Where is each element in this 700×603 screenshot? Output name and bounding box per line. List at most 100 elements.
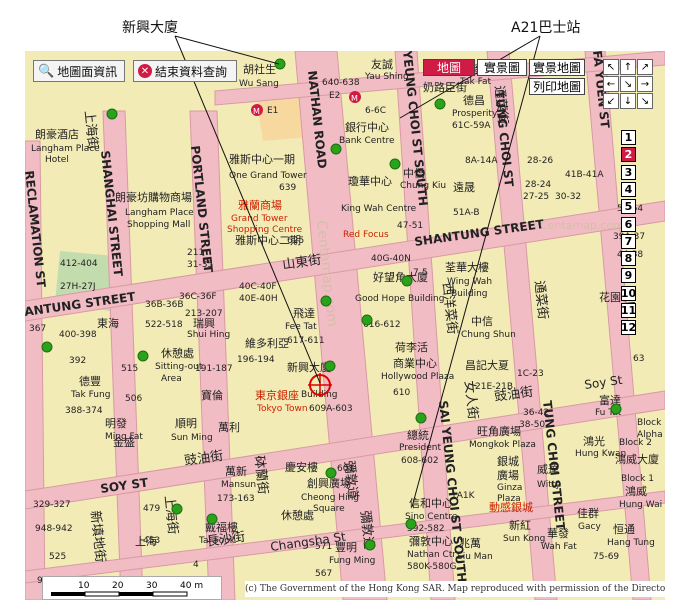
mtr-exit-e2-icon[interactable]: M	[349, 91, 361, 103]
green-marker-icon[interactable]	[401, 275, 413, 287]
place-label: 40C-40F	[239, 282, 277, 292]
pan-up-right-button[interactable]: ↗	[637, 59, 653, 75]
map-canvas[interactable]: NATHAN ROAD PORTLAND STREET SHANGHAI STR…	[25, 51, 665, 600]
pan-down-button[interactable]: ↓	[620, 93, 636, 109]
place-label: 鴻威大廈	[615, 452, 659, 466]
place-label: Wing Wah	[447, 277, 492, 287]
zoom-level-2-button[interactable]: 2	[621, 147, 636, 163]
place-label: 479	[143, 504, 160, 514]
zoom-level-8-button[interactable]: 8	[621, 251, 636, 267]
place-label: E2	[329, 91, 340, 101]
green-marker-icon[interactable]	[405, 518, 417, 530]
green-marker-icon[interactable]	[171, 503, 183, 515]
zoom-level-7-button[interactable]: 7	[621, 233, 636, 249]
place-label: Ginza	[497, 483, 522, 493]
place-label: 動感銀城	[489, 500, 533, 514]
pan-up-left-button[interactable]: ↖	[603, 59, 619, 75]
zoom-level-6-button[interactable]: 6	[621, 216, 636, 232]
svg-text:M: M	[253, 107, 260, 116]
place-label: 休憩處	[281, 508, 314, 522]
zoom-level-5-button[interactable]: 5	[621, 199, 636, 215]
place-label: 朗豪酒店	[35, 127, 79, 141]
place-label: 27H-27J	[60, 282, 96, 292]
place-label: Building	[451, 289, 488, 299]
place-label: 8A-14A	[465, 156, 498, 166]
green-marker-icon[interactable]	[274, 58, 286, 70]
place-label: 順明	[175, 417, 197, 430]
green-marker-icon[interactable]	[610, 403, 622, 415]
green-marker-icon[interactable]	[325, 467, 337, 479]
place-label: Shopping Mall	[127, 220, 190, 230]
place-label: 銀行中心	[345, 120, 389, 134]
scale-bar-graphic: 10 20 30 40 m	[51, 581, 203, 597]
place-label: 休憩處	[161, 346, 194, 360]
tab-map[interactable]: 地圖	[423, 59, 475, 76]
callout-bus-stop-label: A21巴士站	[511, 20, 581, 36]
zoom-level-9-button[interactable]: 9	[621, 268, 636, 284]
place-label: 朗豪坊購物商場	[115, 190, 192, 204]
zoom-level-4-button[interactable]: 4	[621, 181, 636, 197]
pan-left-button[interactable]: ←	[603, 76, 619, 92]
zoom-level-3-button[interactable]: 3	[621, 164, 636, 180]
place-label: 28-26	[527, 156, 553, 166]
green-marker-icon[interactable]	[330, 143, 342, 155]
place-label: 慶安樓	[285, 460, 318, 474]
pan-down-right-button[interactable]: ↘	[637, 93, 653, 109]
green-marker-icon[interactable]	[41, 341, 53, 353]
place-label: Shui Hing	[187, 330, 230, 340]
green-marker-icon[interactable]	[415, 412, 427, 424]
pan-right-button[interactable]: →	[637, 76, 653, 92]
green-marker-icon[interactable]	[320, 295, 332, 307]
end-query-button[interactable]: ✕ 結束資料查詢	[133, 60, 237, 82]
place-label: 31-35	[187, 260, 213, 270]
green-marker-icon[interactable]	[137, 350, 149, 362]
mtr-exit-e1-icon[interactable]: M	[251, 104, 263, 116]
place-label: Langham Place	[31, 144, 100, 154]
zoom-level-11-button[interactable]: 11	[621, 303, 636, 318]
green-marker-icon[interactable]	[106, 108, 118, 120]
place-label: Sun Ming	[171, 433, 213, 443]
pan-center-button[interactable]: ↘	[620, 76, 636, 92]
end-query-label: 結束資料查詢	[155, 64, 228, 79]
place-label: 遠晟	[453, 181, 475, 194]
green-marker-icon[interactable]	[389, 158, 401, 170]
green-marker-icon[interactable]	[434, 98, 446, 110]
zoom-level-1-button[interactable]: 1	[621, 130, 636, 145]
place-label: 萬新	[225, 464, 247, 478]
place-label: Mongkok Plaza	[469, 440, 536, 450]
place-label: Wah Fat	[541, 542, 577, 552]
place-label: 36C-36F	[179, 292, 217, 302]
place-label: Hang Tung	[607, 538, 655, 548]
place-label: 1C-23	[517, 369, 544, 379]
map-info-button[interactable]: 🔍 地圖面資訊	[33, 60, 125, 82]
tab-street-view-map[interactable]: 實景地圖	[529, 59, 585, 76]
green-marker-icon[interactable]	[206, 513, 218, 525]
place-label: Fee Tat	[285, 322, 317, 332]
place-label: Tak Fung	[70, 390, 110, 400]
place-label: 27-25	[523, 192, 549, 202]
street-map[interactable]: NATHAN ROAD PORTLAND STREET SHANGHAI STR…	[25, 51, 665, 600]
pan-up-button[interactable]: ↑	[620, 59, 636, 75]
green-marker-icon[interactable]	[364, 539, 376, 551]
place-label: 萬利	[218, 421, 240, 434]
zoom-level-10-button[interactable]: 10	[621, 285, 636, 301]
place-label: 廣場	[497, 468, 519, 482]
place-label: 華發	[547, 526, 569, 540]
place-label: Gacy	[578, 522, 601, 532]
green-marker-icon[interactable]	[361, 314, 373, 326]
place-label: Siu Man	[457, 552, 493, 562]
place-label: 鴻威	[625, 484, 647, 498]
zoom-level-12-button[interactable]: 12	[621, 320, 636, 336]
place-label: 213-207	[185, 309, 223, 319]
scale-tick-30: 30	[146, 581, 158, 591]
place-label: 571	[315, 542, 332, 552]
green-marker-icon[interactable]	[324, 360, 336, 372]
tab-print-map[interactable]: 列印地圖	[529, 78, 585, 95]
place-label: 胡社生	[243, 62, 276, 76]
pan-down-left-button[interactable]: ↙	[603, 93, 619, 109]
place-label: 商業中心	[393, 356, 437, 370]
tab-street-view[interactable]: 實景圖	[477, 59, 527, 76]
place-label: President	[399, 443, 441, 453]
place-label: 30-32	[555, 192, 581, 202]
place-label: 新興大廈	[287, 360, 331, 374]
